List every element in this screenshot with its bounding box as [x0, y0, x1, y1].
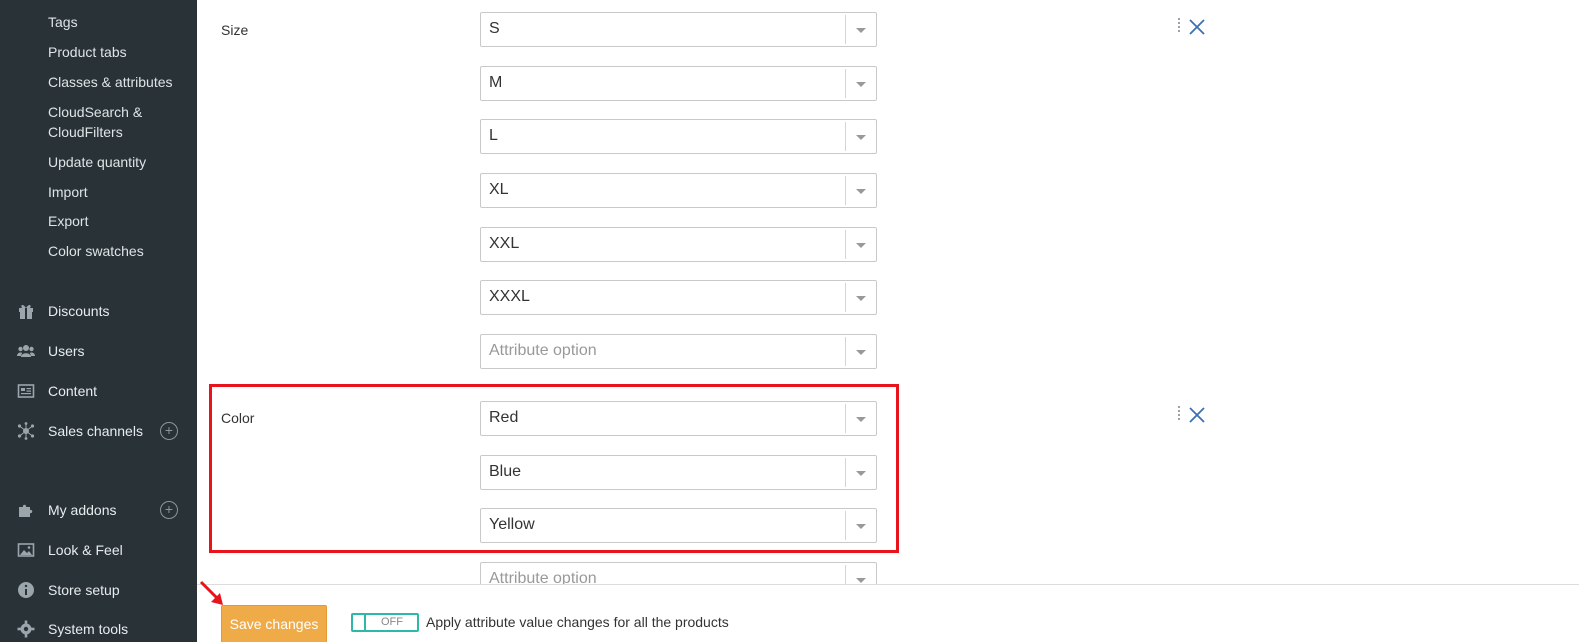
sidebar-subitem-tags[interactable]: Tags: [48, 12, 78, 32]
sidebar-item-system-tools[interactable]: System tools: [0, 616, 197, 642]
sidebar-item-label: Users: [48, 343, 85, 359]
sidebar-item-label: Discounts: [48, 303, 110, 319]
drag-handle-icon[interactable]: [1177, 18, 1181, 36]
apply-all-toggle[interactable]: OFF: [351, 613, 419, 632]
select-value: Red: [489, 409, 519, 426]
sidebar-item-label: Sales channels: [48, 423, 143, 439]
network-icon: [17, 422, 35, 440]
select-value: S: [489, 20, 500, 37]
sidebar-subitem-update-quantity[interactable]: Update quantity: [48, 152, 146, 172]
sidebar-item-label: System tools: [48, 621, 129, 637]
size-new-option-select[interactable]: Attribute option: [480, 334, 877, 369]
sidebar-subitem-cloudsearch[interactable]: CloudSearch &: [48, 102, 142, 122]
toggle-state-label: OFF: [381, 616, 403, 628]
sidebar-item-discounts[interactable]: Discounts: [0, 298, 197, 324]
newspaper-icon: [17, 382, 35, 400]
image-icon: [17, 541, 35, 559]
toggle-knob: [353, 615, 366, 630]
select-value: XXL: [489, 235, 520, 252]
sidebar-item-label: Content: [48, 383, 98, 399]
color-option-select[interactable]: Blue: [480, 455, 877, 490]
color-option-select[interactable]: Red: [480, 401, 877, 436]
color-option-select[interactable]: Yellow: [480, 508, 877, 543]
drag-handle-icon[interactable]: [1177, 406, 1181, 424]
sidebar-item-store-setup[interactable]: Store setup: [0, 577, 197, 603]
apply-all-label: Apply attribute value changes for all th…: [426, 614, 729, 630]
sidebar-subitem-color-swatches[interactable]: Color swatches: [48, 241, 144, 261]
sidebar-item-users[interactable]: Users: [0, 338, 197, 364]
save-changes-button[interactable]: Save changes: [221, 605, 327, 642]
select-value: M: [489, 74, 503, 91]
chevron-down-icon: [856, 189, 866, 194]
sidebar-item-my-addons[interactable]: My addons +: [0, 497, 197, 523]
sidebar-subitem-import[interactable]: Import: [48, 182, 88, 202]
sidebar-item-label: My addons: [48, 502, 117, 518]
sidebar-subitem-product-tabs[interactable]: Product tabs: [48, 42, 127, 62]
sidebar-item-label: Look & Feel: [48, 542, 123, 558]
size-option-select[interactable]: M: [480, 66, 877, 101]
size-option-select[interactable]: XL: [480, 173, 877, 208]
select-value: XXXL: [489, 288, 530, 305]
sidebar-subitem-export[interactable]: Export: [48, 211, 88, 231]
info-icon: [17, 581, 35, 599]
chevron-down-icon: [856, 524, 866, 529]
select-value: L: [489, 127, 498, 144]
sidebar-item-sales-channels[interactable]: Sales channels +: [0, 418, 197, 444]
size-option-select[interactable]: XXXL: [480, 280, 877, 315]
expand-plus-icon[interactable]: +: [160, 422, 178, 440]
chevron-down-icon: [856, 471, 866, 476]
sidebar-item-look-feel[interactable]: Look & Feel: [0, 537, 197, 563]
sidebar: Tags Product tabs Classes & attributes C…: [0, 0, 197, 642]
size-option-select[interactable]: S: [480, 12, 877, 47]
gear-icon: [17, 620, 35, 638]
expand-plus-icon[interactable]: +: [160, 501, 178, 519]
chevron-down-icon: [856, 82, 866, 87]
chevron-down-icon: [856, 243, 866, 248]
remove-attribute-icon[interactable]: [1188, 18, 1206, 36]
gift-icon: [17, 302, 35, 320]
attribute-name-size: Size: [221, 22, 249, 38]
sidebar-item-label: Store setup: [48, 582, 120, 598]
chevron-down-icon: [856, 28, 866, 33]
chevron-down-icon: [856, 417, 866, 422]
size-option-select[interactable]: XXL: [480, 227, 877, 262]
size-option-select[interactable]: L: [480, 119, 877, 154]
attributes-panel: Size S M L XL XXL XXXL Attribute option …: [197, 0, 1579, 642]
bottom-action-bar: Save changes OFF Apply attribute value c…: [197, 584, 1579, 642]
chevron-down-icon: [856, 135, 866, 140]
users-icon: [17, 342, 35, 360]
puzzle-icon: [17, 501, 35, 519]
sidebar-item-content[interactable]: Content: [0, 378, 197, 404]
sidebar-subitem-classes-attributes[interactable]: Classes & attributes: [48, 72, 173, 92]
select-value: Blue: [489, 463, 522, 480]
chevron-down-icon: [856, 578, 866, 583]
remove-attribute-icon[interactable]: [1188, 406, 1206, 424]
select-value: Yellow: [489, 516, 535, 533]
sidebar-subitem-cloudfilters[interactable]: CloudFilters: [48, 122, 123, 142]
attribute-name-color: Color: [221, 410, 255, 426]
select-placeholder: Attribute option: [489, 342, 597, 359]
chevron-down-icon: [856, 296, 866, 301]
chevron-down-icon: [856, 350, 866, 355]
select-value: XL: [489, 181, 509, 198]
